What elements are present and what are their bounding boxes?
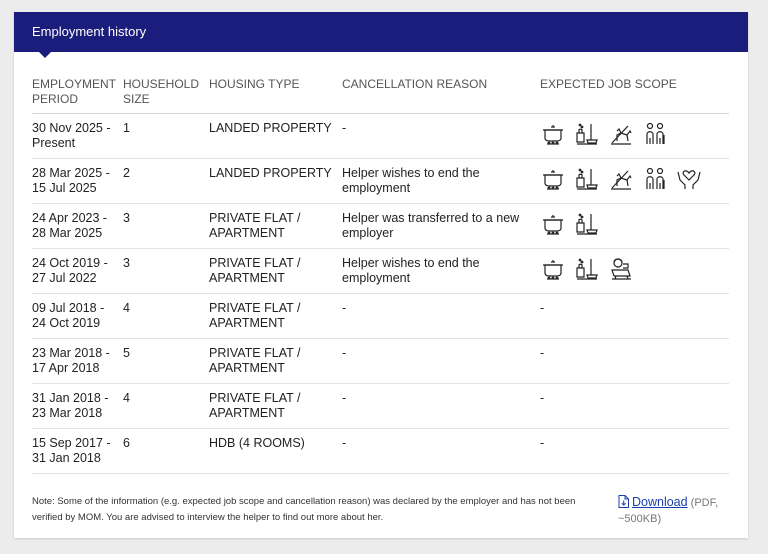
employment-history-table: EMPLOYMENT PERIOD HOUSEHOLD SIZE HOUSING… — [32, 76, 729, 474]
cell-housing-type: LANDED PROPERTY — [209, 158, 342, 204]
table-row: 31 Jan 2018 - 23 Mar 2018 4 PRIVATE FLAT /… — [32, 383, 729, 429]
cell-housing-type: PRIVATE FLAT / APARTMENT — [209, 383, 342, 429]
employment-history-panel: Employment history EMPLOYMENT PERIOD HOU… — [14, 12, 748, 538]
column-header-housing: HOUSING TYPE — [209, 76, 342, 114]
cell-period: 24 Apr 2023 - 28 Mar 2025 — [32, 203, 123, 249]
pet-care-icon — [608, 166, 634, 192]
cell-household-size: 6 — [123, 428, 209, 474]
column-header-household: HOUSEHOLD SIZE — [123, 76, 209, 114]
cell-household-size: 5 — [123, 338, 209, 384]
cell-cancellation-reason: - — [342, 428, 540, 474]
cell-housing-type: LANDED PROPERTY — [209, 113, 342, 159]
cell-period: 23 Mar 2018 - 17 Apr 2018 — [32, 338, 123, 384]
cooking-icon — [540, 166, 566, 192]
elderly-care-icon — [642, 121, 668, 147]
table-row: 09 Jul 2018 - 24 Oct 2019 4 PRIVATE FLAT /… — [32, 293, 729, 339]
cell-job-scope: - — [540, 383, 729, 429]
cooking-icon — [540, 256, 566, 282]
table-row: 30 Nov 2025 - Present 1 LANDED PROPERTY - — [32, 113, 729, 159]
cell-period: 09 Jul 2018 - 24 Oct 2019 — [32, 293, 123, 339]
job-scope-icons — [540, 166, 725, 192]
child-care-icon — [608, 256, 634, 282]
cooking-icon — [540, 121, 566, 147]
cleaning-icon — [574, 166, 600, 192]
cleaning-icon — [574, 121, 600, 147]
cell-job-scope — [540, 248, 729, 294]
disclaimer-note: Note: Some of the information (e.g. expe… — [32, 496, 576, 523]
cleaning-icon — [574, 256, 600, 282]
cell-household-size: 4 — [123, 383, 209, 429]
cell-cancellation-reason: Helper was transferred to a new employer — [342, 203, 540, 249]
cell-household-size: 4 — [123, 293, 209, 339]
cell-cancellation-reason: - — [342, 383, 540, 429]
download-section: Download (PDF, ~500KB) — [618, 494, 736, 527]
cell-housing-type: PRIVATE FLAT / APARTMENT — [209, 338, 342, 384]
cell-housing-type: HDB (4 ROOMS) — [209, 428, 342, 474]
column-header-reason: CANCELLATION REASON — [342, 76, 540, 114]
cell-job-scope — [540, 203, 729, 249]
cell-housing-type: PRIVATE FLAT / APARTMENT — [209, 293, 342, 339]
cleaning-icon — [574, 211, 600, 237]
cell-job-scope: - — [540, 293, 729, 339]
table-row: 24 Apr 2023 - 28 Mar 2025 3 PRIVATE FLAT /… — [32, 203, 729, 249]
cell-period: 30 Nov 2025 - Present — [32, 113, 123, 159]
job-scope-icons — [540, 121, 725, 147]
cell-cancellation-reason: - — [342, 338, 540, 384]
cell-period: 28 Mar 2025 - 15 Jul 2025 — [32, 158, 123, 204]
cell-household-size: 1 — [123, 113, 209, 159]
cell-job-scope — [540, 113, 729, 159]
table-row: 15 Sep 2017 - 31 Jan 2018 6 HDB (4 ROOMS) -… — [32, 428, 729, 474]
cooking-icon — [540, 211, 566, 237]
table-header-row: EMPLOYMENT PERIOD HOUSEHOLD SIZE HOUSING… — [32, 76, 729, 114]
cell-cancellation-reason: Helper wishes to end the employment — [342, 248, 540, 294]
cell-cancellation-reason: Helper wishes to end the employment — [342, 158, 540, 204]
file-icon — [618, 495, 629, 508]
cell-period: 24 Oct 2019 - 27 Jul 2022 — [32, 248, 123, 294]
cell-job-scope — [540, 158, 729, 204]
column-header-period: EMPLOYMENT PERIOD — [32, 76, 123, 114]
cell-job-scope: - — [540, 428, 729, 474]
table-row: 28 Mar 2025 - 15 Jul 2025 2 LANDED PROPERT… — [32, 158, 729, 204]
job-scope-icons — [540, 256, 725, 282]
table-row: 23 Mar 2018 - 17 Apr 2018 5 PRIVATE FLAT /… — [32, 338, 729, 384]
cell-housing-type: PRIVATE FLAT / APARTMENT — [209, 248, 342, 294]
cell-household-size: 2 — [123, 158, 209, 204]
panel-title: Employment history — [32, 24, 147, 39]
caregiving-icon — [676, 166, 702, 192]
cell-household-size: 3 — [123, 203, 209, 249]
job-scope-icons — [540, 211, 725, 237]
download-link[interactable]: Download — [632, 495, 688, 509]
cell-period: 31 Jan 2018 - 23 Mar 2018 — [32, 383, 123, 429]
elderly-care-icon — [642, 166, 668, 192]
cell-cancellation-reason: - — [342, 113, 540, 159]
table-row: 24 Oct 2019 - 27 Jul 2022 3 PRIVATE FLAT /… — [32, 248, 729, 294]
cell-housing-type: PRIVATE FLAT / APARTMENT — [209, 203, 342, 249]
pet-care-icon — [608, 121, 634, 147]
cell-period: 15 Sep 2017 - 31 Jan 2018 — [32, 428, 123, 474]
column-header-scope: EXPECTED JOB SCOPE — [540, 76, 729, 114]
header-notch — [38, 51, 52, 58]
cell-job-scope: - — [540, 338, 729, 384]
cell-household-size: 3 — [123, 248, 209, 294]
cell-cancellation-reason: - — [342, 293, 540, 339]
panel-header: Employment history — [14, 12, 748, 58]
